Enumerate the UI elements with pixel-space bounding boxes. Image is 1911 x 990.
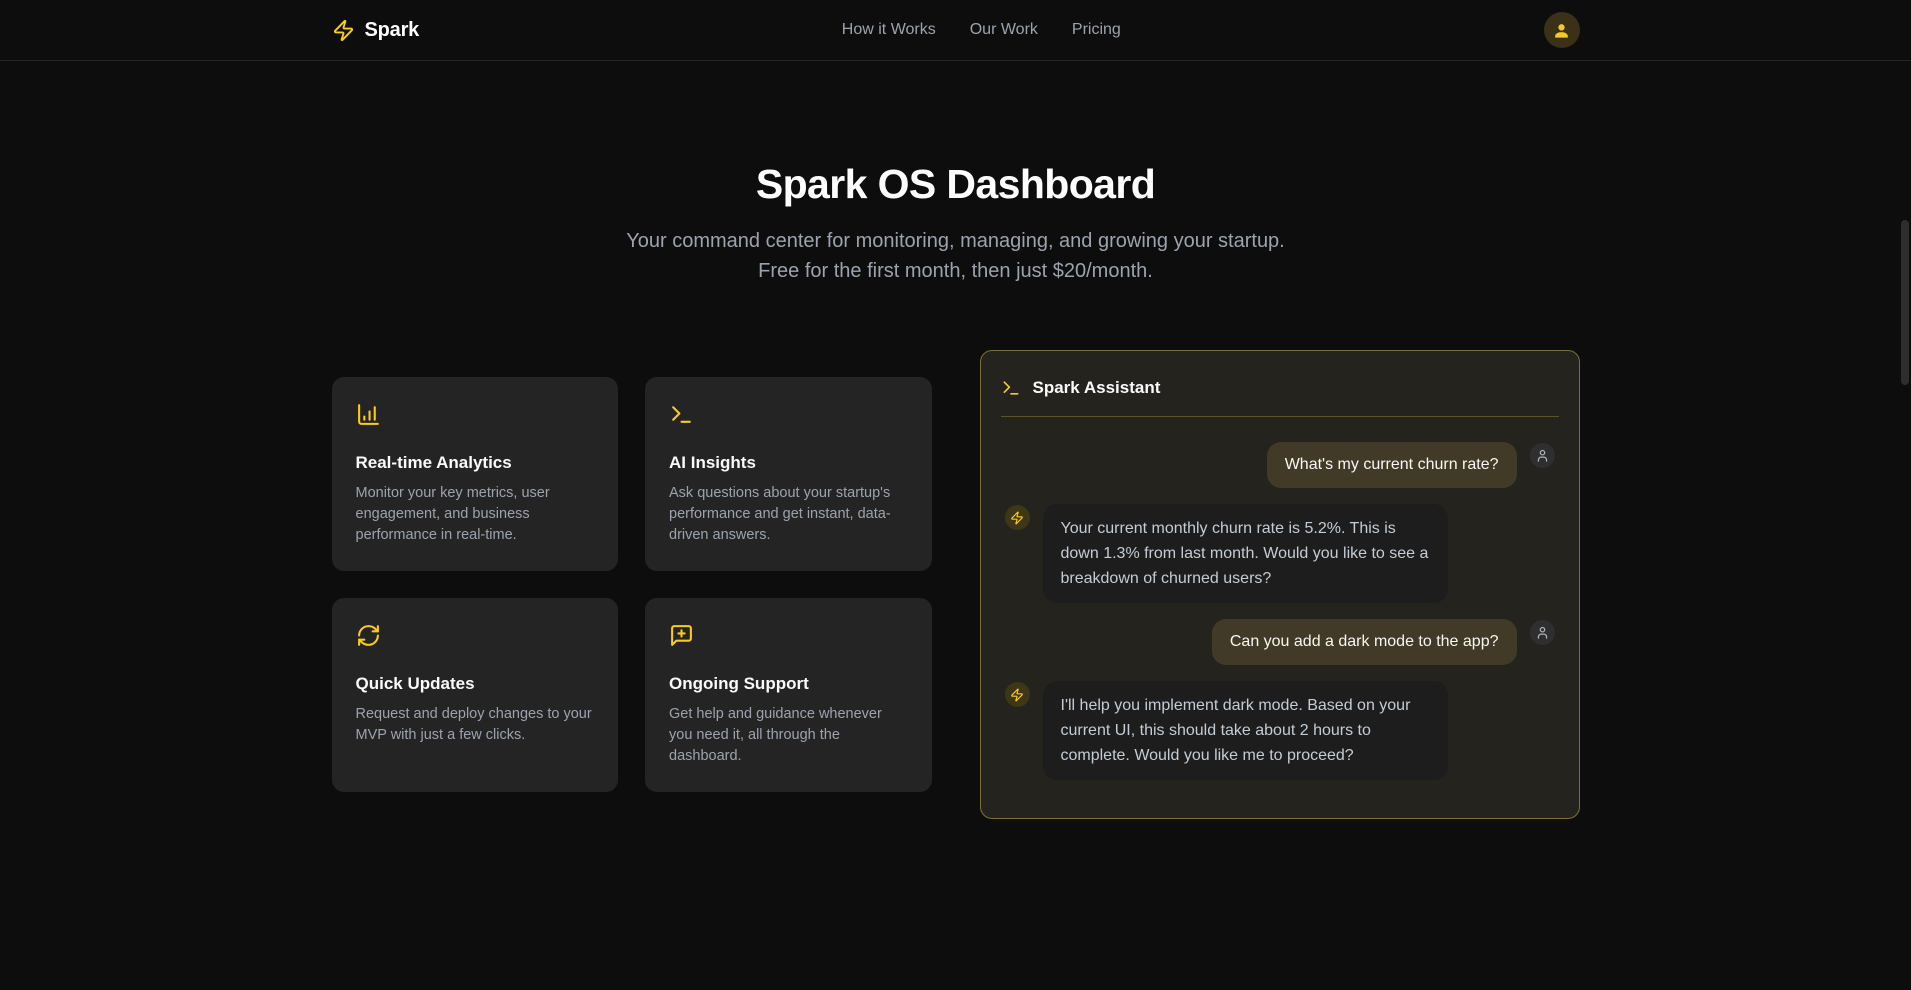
- assistant-message-bubble: Your current monthly churn rate is 5.2%.…: [1043, 504, 1448, 603]
- message-square-plus-icon: [669, 635, 694, 652]
- chat-header: Spark Assistant: [981, 351, 1579, 416]
- chat-message-user: Can you add a dark mode to the app?: [1005, 619, 1555, 665]
- spark-assistant-panel: Spark Assistant What's my current churn …: [980, 350, 1580, 819]
- user-icon: [1535, 448, 1550, 463]
- chat-title: Spark Assistant: [1033, 378, 1161, 398]
- lightning-bolt-icon: [1010, 688, 1024, 702]
- feature-title: AI Insights: [669, 453, 908, 473]
- feature-description: Get help and guidance whenever you need …: [669, 704, 908, 767]
- brand-logo[interactable]: Spark: [332, 19, 420, 42]
- chat-message-user: What's my current churn rate?: [1005, 442, 1555, 488]
- brand-name: Spark: [365, 19, 420, 42]
- feature-card-grid: Real-time Analytics Monitor your key met…: [332, 377, 932, 792]
- top-navbar: Spark How it Works Our Work Pricing: [0, 0, 1911, 61]
- main-content: Real-time Analytics Monitor your key met…: [332, 350, 1580, 819]
- feature-description: Monitor your key metrics, user engagemen…: [356, 483, 595, 546]
- feature-description: Ask questions about your startup's perfo…: [669, 483, 908, 546]
- chat-message-assistant: I'll help you implement dark mode. Based…: [1005, 681, 1555, 780]
- bar-chart-icon: [356, 414, 381, 431]
- feature-card-quick-updates: Quick Updates Request and deploy changes…: [332, 598, 619, 792]
- user-avatar: [1530, 443, 1555, 468]
- chat-messages: What's my current churn rate? Your curre…: [981, 417, 1579, 818]
- user-icon: [1535, 625, 1550, 640]
- nav-link-our-work[interactable]: Our Work: [970, 21, 1038, 39]
- page-subtitle: Your command center for monitoring, mana…: [606, 226, 1306, 286]
- feature-card-ai-insights: AI Insights Ask questions about your sta…: [645, 377, 932, 571]
- feature-card-analytics: Real-time Analytics Monitor your key met…: [332, 377, 619, 571]
- assistant-avatar: [1005, 505, 1030, 530]
- user-icon: [1552, 21, 1571, 40]
- feature-title: Ongoing Support: [669, 674, 908, 694]
- nav-link-pricing[interactable]: Pricing: [1072, 21, 1121, 39]
- user-message-bubble: Can you add a dark mode to the app?: [1212, 619, 1517, 665]
- hero-section: Spark OS Dashboard Your command center f…: [0, 61, 1911, 286]
- feature-title: Quick Updates: [356, 674, 595, 694]
- chat-message-assistant: Your current monthly churn rate is 5.2%.…: [1005, 504, 1555, 603]
- nav-link-how-it-works[interactable]: How it Works: [842, 21, 936, 39]
- lightning-bolt-icon: [1010, 511, 1024, 525]
- user-message-bubble: What's my current churn rate?: [1267, 442, 1517, 488]
- navbar-inner: Spark How it Works Our Work Pricing: [316, 0, 1596, 60]
- refresh-icon: [356, 635, 381, 652]
- feature-card-ongoing-support: Ongoing Support Get help and guidance wh…: [645, 598, 932, 792]
- assistant-message-bubble: I'll help you implement dark mode. Based…: [1043, 681, 1448, 780]
- account-avatar-button[interactable]: [1544, 12, 1580, 48]
- user-avatar: [1530, 620, 1555, 645]
- assistant-avatar: [1005, 682, 1030, 707]
- scrollbar-thumb[interactable]: [1901, 220, 1909, 385]
- terminal-icon: [669, 414, 694, 431]
- terminal-icon: [1001, 378, 1021, 398]
- feature-description: Request and deploy changes to your MVP w…: [356, 704, 595, 746]
- lightning-bolt-icon: [332, 19, 355, 42]
- feature-title: Real-time Analytics: [356, 453, 595, 473]
- main-nav: How it Works Our Work Pricing: [842, 21, 1121, 39]
- page-title: Spark OS Dashboard: [0, 161, 1911, 208]
